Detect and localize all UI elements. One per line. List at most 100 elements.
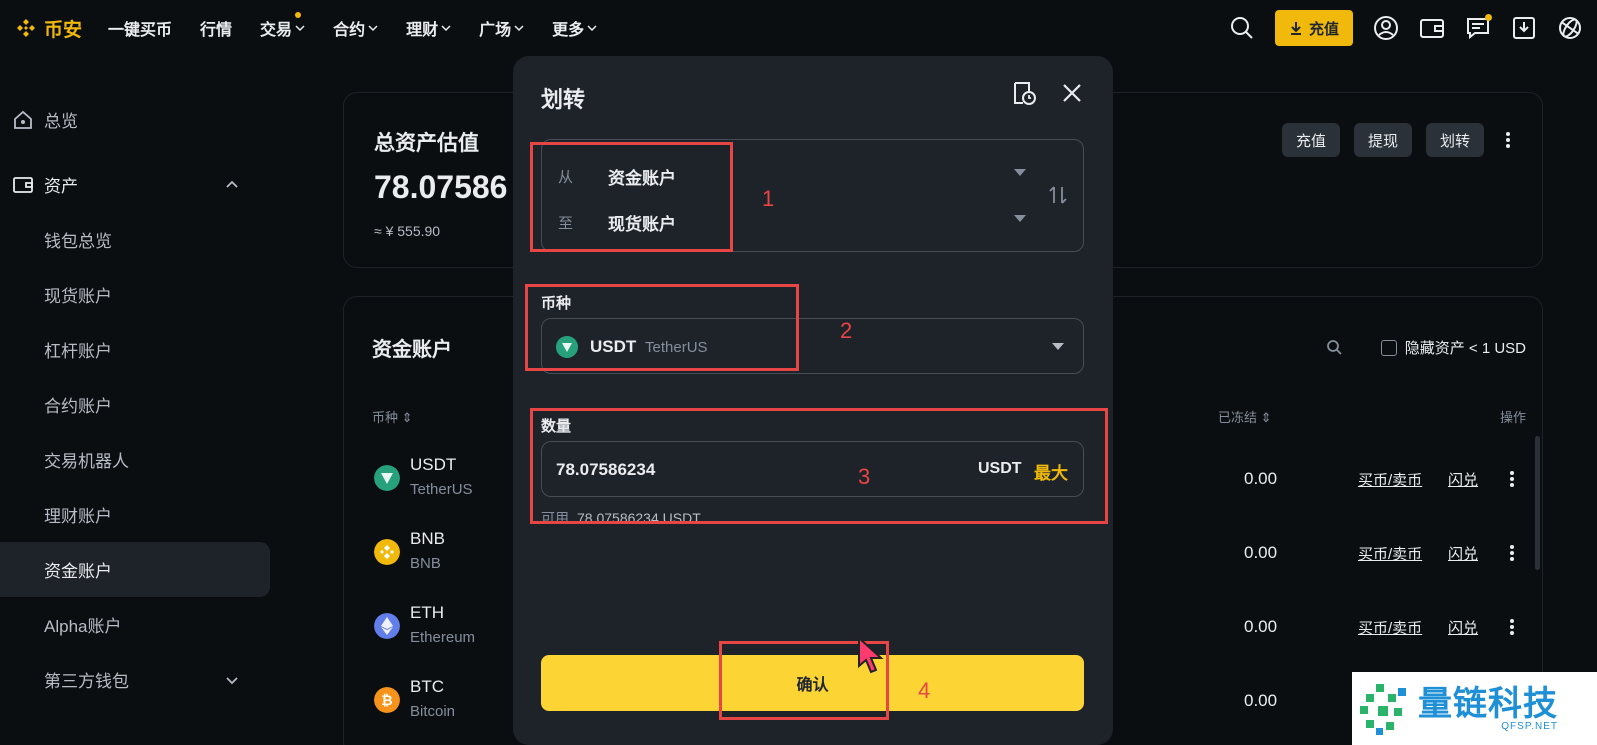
annotation-box-3 [530, 408, 1108, 524]
bnb-coin-icon [374, 539, 400, 565]
frozen-amount: 0.00 [1244, 543, 1278, 562]
sidebar-item-earn[interactable]: 理财账户 [0, 487, 270, 542]
globe-icon[interactable] [1557, 15, 1583, 41]
chevron-down-icon [587, 25, 597, 32]
table-scrollbar[interactable] [1535, 436, 1540, 570]
nav-right-tools: 充值 [1229, 0, 1583, 56]
watermark: 量链科技 QFSP.NET [1352, 672, 1597, 745]
deposit-button[interactable]: 充值 [1274, 10, 1353, 46]
annotation-number: 2 [840, 318, 853, 343]
caret-down-icon[interactable] [1014, 169, 1026, 177]
home-icon [14, 110, 32, 129]
annotation-number: 1 [762, 186, 775, 211]
chevron-down-icon [441, 25, 451, 32]
sidebar-item-spot[interactable]: 现货账户 [0, 267, 270, 322]
sidebar-label: 资产 [44, 177, 78, 196]
download-icon [1290, 22, 1301, 35]
watermark-cn: 量链科技 [1418, 685, 1558, 723]
nav-label: 广场 [479, 22, 512, 39]
buy-sell-link[interactable]: 买币/卖币 [1358, 617, 1422, 638]
watermark-logo-icon [1360, 683, 1406, 735]
wallet-icon [13, 176, 33, 193]
download-app-icon[interactable] [1511, 15, 1537, 41]
hide-small-label: 隐藏资产 < 1 USD [1404, 340, 1526, 357]
user-icon[interactable] [1373, 15, 1399, 41]
balance-actions: 充值 提现 划转 [1281, 123, 1518, 157]
sidebar-item-funding[interactable]: 资金账户 [0, 542, 270, 597]
top-nav: 币安 一键买币 行情 交易 合约 理财 广场 更多 充值 [0, 0, 1597, 56]
sidebar-item-margin[interactable]: 杠杆账户 [0, 322, 270, 377]
wallet-icon[interactable] [1419, 15, 1445, 41]
sidebar-item-trading-bots[interactable]: 交易机器人 [0, 432, 270, 487]
watermark-text: 量链科技 QFSP.NET [1418, 685, 1558, 732]
close-icon[interactable] [1059, 80, 1085, 106]
more-vertical-icon[interactable] [1502, 617, 1522, 637]
sidebar-item-futures[interactable]: 合约账户 [0, 377, 270, 432]
nav-item-trade[interactable]: 交易 [260, 12, 305, 40]
funding-title: 资金账户 [372, 339, 452, 361]
chevron-down-icon [514, 25, 524, 32]
frozen-amount: 0.00 [1244, 469, 1278, 488]
balance-title: 总资产估值 [374, 132, 479, 155]
buy-sell-link[interactable]: 买币/卖币 [1358, 543, 1422, 564]
deposit-label: 充值 [1308, 20, 1339, 38]
nav-item-earn[interactable]: 理财 [406, 16, 451, 40]
sidebar-label: 交易机器人 [44, 452, 129, 471]
search-icon[interactable] [1326, 339, 1342, 355]
nav-label: 合约 [333, 22, 366, 39]
caret-down-icon[interactable] [1014, 215, 1026, 223]
column-header-coin[interactable]: 币种 ⇕ [372, 407, 413, 426]
caret-down-icon [1052, 343, 1064, 350]
coin-symbol: BTC [410, 677, 444, 696]
search-icon[interactable] [1229, 15, 1255, 41]
nav-label: 一键买币 [108, 22, 173, 39]
coin-name: Bitcoin [410, 703, 456, 720]
withdraw-button[interactable]: 提现 [1353, 123, 1412, 157]
coin-name: Ethereum [410, 629, 476, 646]
column-header-actions: 操作 [1500, 410, 1527, 425]
notification-dot [295, 12, 302, 18]
convert-link[interactable]: 闪兑 [1448, 469, 1478, 490]
nav-item-futures[interactable]: 合约 [333, 16, 378, 40]
convert-link[interactable]: 闪兑 [1448, 543, 1478, 564]
convert-link[interactable]: 闪兑 [1448, 617, 1478, 638]
sidebar-item-assets[interactable]: 资产 [0, 157, 270, 212]
coin-name: TetherUS [410, 481, 473, 498]
binance-logo-icon [17, 19, 35, 37]
buy-sell-link[interactable]: 买币/卖币 [1358, 469, 1422, 490]
nav-label: 交易 [260, 22, 293, 39]
nav-item-more[interactable]: 更多 [552, 16, 597, 40]
more-vertical-icon[interactable] [1502, 543, 1522, 563]
sidebar-item-wallet-overview[interactable]: 钱包总览 [0, 212, 270, 267]
sidebar-item-alpha[interactable]: Alpha账户 [0, 597, 270, 652]
balance-value: 78.07586 [374, 169, 508, 205]
sidebar-label: 总览 [44, 112, 78, 131]
sidebar-item-overview[interactable]: 总览 [0, 92, 270, 147]
sidebar-label: 合约账户 [44, 397, 112, 416]
more-vertical-icon[interactable] [1498, 130, 1518, 150]
nav-item-markets[interactable]: 行情 [200, 16, 232, 40]
frozen-amount: 0.00 [1244, 691, 1278, 710]
column-header-frozen[interactable]: 已冻结 ⇕ [1218, 407, 1272, 426]
deposit-button[interactable]: 充值 [1281, 123, 1340, 157]
brand-logo[interactable]: 币安 [14, 15, 82, 42]
sidebar-label: 理财账户 [44, 507, 112, 526]
nav-label: 行情 [200, 22, 233, 39]
transfer-button[interactable]: 划转 [1425, 123, 1484, 157]
frozen-amount: 0.00 [1244, 617, 1278, 636]
history-icon[interactable] [1011, 80, 1037, 106]
messages-button[interactable] [1465, 14, 1492, 41]
nav-item-quick-buy[interactable]: 一键买币 [108, 16, 172, 40]
more-vertical-icon[interactable] [1502, 469, 1522, 489]
mouse-pointer-icon [858, 636, 884, 674]
sidebar-item-third-party-wallet[interactable]: 第三方钱包 [0, 652, 270, 707]
sidebar-label: 第三方钱包 [44, 672, 129, 691]
coin-symbol: BNB [410, 529, 445, 548]
swap-icon[interactable] [1047, 184, 1069, 206]
hide-small-checkbox[interactable] [1380, 339, 1397, 356]
hide-small-assets-toggle[interactable]: 隐藏资产 < 1 USD [1380, 337, 1526, 358]
chevron-up-icon [226, 180, 238, 188]
nav-item-square[interactable]: 广场 [479, 16, 524, 40]
nav-label: 更多 [552, 22, 585, 39]
watermark-en: QFSP.NET [1501, 721, 1558, 732]
